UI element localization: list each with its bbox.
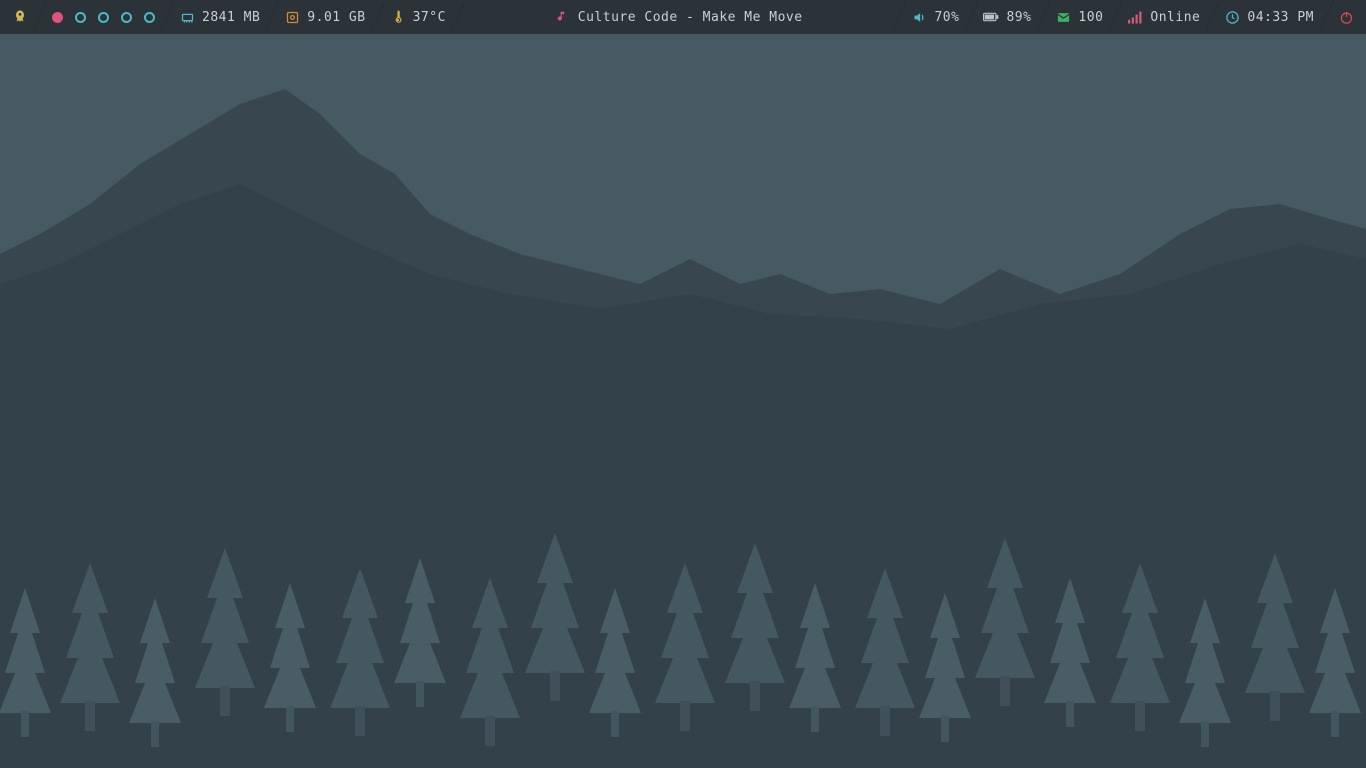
disk-value: 9.01 GB — [307, 10, 365, 25]
battery-widget[interactable]: 89% — [971, 0, 1043, 34]
workspace-4[interactable] — [121, 12, 132, 23]
memory-widget[interactable]: 2841 MB — [167, 0, 272, 34]
volume-icon — [911, 9, 927, 25]
memory-icon — [179, 9, 195, 25]
battery-icon — [983, 9, 999, 25]
disk-widget[interactable]: 9.01 GB — [272, 0, 377, 34]
volume-value: 70% — [934, 10, 959, 25]
bar-spacer-right — [815, 0, 900, 34]
mail-icon — [1055, 9, 1071, 25]
clock-time: 04:33 PM — [1247, 10, 1314, 25]
network-widget[interactable]: Online — [1115, 0, 1212, 34]
music-note-icon — [555, 9, 571, 25]
mail-count: 100 — [1078, 10, 1103, 25]
now-playing-title: Culture Code - Make Me Move — [578, 10, 803, 25]
power-button[interactable] — [1326, 0, 1366, 34]
clock-icon — [1224, 9, 1240, 25]
workspace-5[interactable] — [144, 12, 155, 23]
clock-widget[interactable]: 04:33 PM — [1212, 0, 1326, 34]
now-playing-widget[interactable]: Culture Code - Make Me Move — [543, 0, 815, 34]
workspace-dots — [52, 12, 155, 23]
wallpaper-trees — [0, 508, 1366, 768]
desktop-wallpaper — [0, 34, 1366, 768]
signal-icon — [1127, 9, 1143, 25]
power-icon — [1338, 9, 1354, 25]
launcher-button[interactable] — [0, 0, 40, 34]
disk-icon — [284, 9, 300, 25]
network-status: Online — [1150, 10, 1200, 25]
memory-value: 2841 MB — [202, 10, 260, 25]
workspace-3[interactable] — [98, 12, 109, 23]
temperature-value: 37°C — [413, 10, 446, 25]
battery-value: 89% — [1006, 10, 1031, 25]
workspace-2[interactable] — [75, 12, 86, 23]
rocket-icon — [12, 9, 28, 25]
workspace-switcher — [40, 0, 167, 34]
thermometer-icon — [390, 9, 406, 25]
workspace-1[interactable] — [52, 12, 63, 23]
mail-widget[interactable]: 100 — [1043, 0, 1115, 34]
status-bar: 2841 MB 9.01 GB 37°C Culture Code - Make… — [0, 0, 1366, 34]
temperature-widget[interactable]: 37°C — [378, 0, 458, 34]
bar-spacer-left — [458, 0, 543, 34]
volume-widget[interactable]: 70% — [899, 0, 971, 34]
